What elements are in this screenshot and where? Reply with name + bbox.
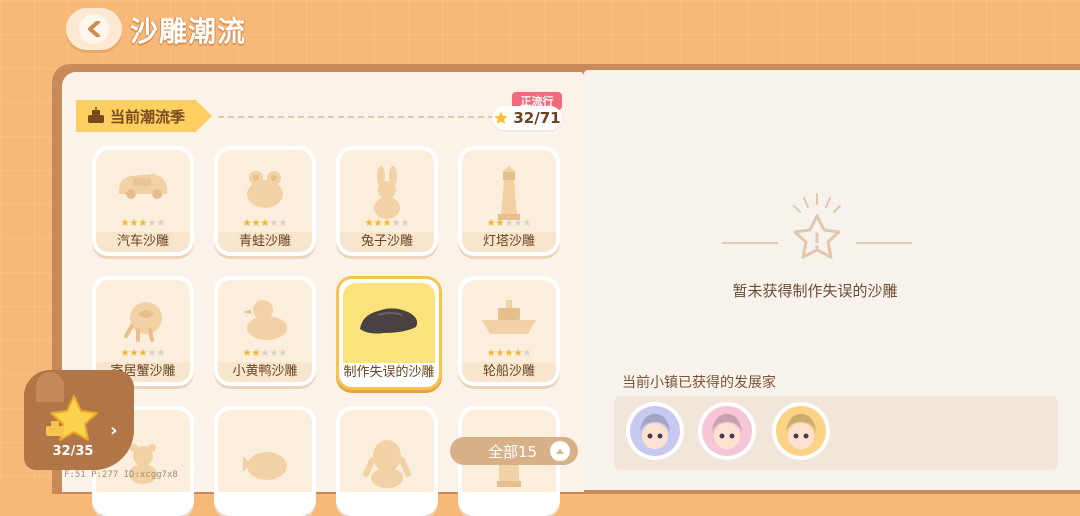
sculpture-name: 轮船沙雕 bbox=[462, 362, 556, 382]
avatar-orange-hat-icon bbox=[776, 406, 826, 456]
sculpture-name: 小黄鸭沙雕 bbox=[218, 362, 312, 382]
developer-avatar[interactable] bbox=[698, 402, 756, 460]
star-icon bbox=[494, 111, 509, 124]
sculpture-name: 兔子沙雕 bbox=[340, 232, 434, 252]
dotted-divider bbox=[218, 116, 494, 118]
collection-count: 32/35 bbox=[52, 444, 94, 459]
sculpture-card[interactable]: 制作失误的沙雕 bbox=[336, 276, 442, 390]
sculpture-card[interactable] bbox=[214, 406, 316, 516]
sculpture-name: 制作失误的沙雕 bbox=[343, 363, 435, 383]
chevron-right-icon[interactable]: › bbox=[110, 420, 117, 441]
sandcastle-icon bbox=[86, 106, 106, 126]
star-rating: ★★★★★ bbox=[120, 348, 166, 359]
developer-avatar[interactable] bbox=[772, 402, 830, 460]
sculpture-card[interactable]: ★★★★★ 兔子沙雕 bbox=[336, 146, 438, 256]
sculpture-name: 青蛙沙雕 bbox=[218, 232, 312, 252]
sculpture-card[interactable]: ★★★★★ 灯塔沙雕 bbox=[458, 146, 560, 256]
divider-line bbox=[856, 242, 912, 244]
back-arrow-icon bbox=[79, 14, 109, 44]
big-star-icon bbox=[46, 395, 98, 441]
empty-star-icon bbox=[793, 193, 841, 259]
sculpture-card[interactable]: ★★★★★ 轮船沙雕 bbox=[458, 276, 560, 386]
star-rating: ★★★★★ bbox=[486, 348, 532, 359]
star-rating: ★★★★★ bbox=[120, 218, 166, 229]
caret-up-icon bbox=[550, 441, 570, 461]
sculpture-name: 灯塔沙雕 bbox=[462, 232, 556, 252]
whale-sculpture-icon bbox=[218, 410, 312, 492]
sculpture-name: 汽车沙雕 bbox=[96, 232, 190, 252]
season-banner: 当前潮流季 bbox=[76, 100, 212, 132]
season-progress-value: 32/71 bbox=[513, 109, 561, 127]
star-rating: ★★★★★ bbox=[242, 218, 288, 229]
filter-dropdown[interactable]: 全部15 bbox=[450, 437, 578, 465]
filter-label: 全部15 bbox=[488, 442, 538, 461]
avatar-pink-hair-icon bbox=[702, 406, 752, 456]
star-rating: ★★★★★ bbox=[486, 218, 532, 229]
sculpture-card[interactable]: ★★★★★ 小黄鸭沙雕 bbox=[214, 276, 316, 386]
divider-line bbox=[722, 242, 778, 244]
sculpture-card[interactable] bbox=[336, 406, 438, 516]
season-progress: 32/71 bbox=[492, 106, 562, 130]
season-label: 当前潮流季 bbox=[110, 107, 186, 126]
sculpture-card[interactable]: ★★★★★ 青蛙沙雕 bbox=[214, 146, 316, 256]
page-title: 沙雕潮流 bbox=[130, 15, 247, 48]
avatar-white-hair-icon bbox=[630, 406, 680, 456]
star-rating: ★★★★★ bbox=[242, 348, 288, 359]
developer-avatar[interactable] bbox=[626, 402, 684, 460]
monster-sculpture-icon bbox=[340, 410, 434, 492]
failed-sculpture-icon bbox=[343, 283, 435, 367]
back-button[interactable] bbox=[66, 8, 122, 50]
debug-info: F:51 P:277 ID:xcgg7x8 bbox=[64, 470, 178, 480]
star-rating: ★★★★★ bbox=[364, 218, 410, 229]
sculpture-card[interactable]: ★★★★★ 汽车沙雕 bbox=[92, 146, 194, 256]
empty-state-text: 暂未获得制作失误的沙雕 bbox=[732, 282, 898, 300]
developers-title: 当前小镇已获得的发展家 bbox=[622, 375, 776, 391]
